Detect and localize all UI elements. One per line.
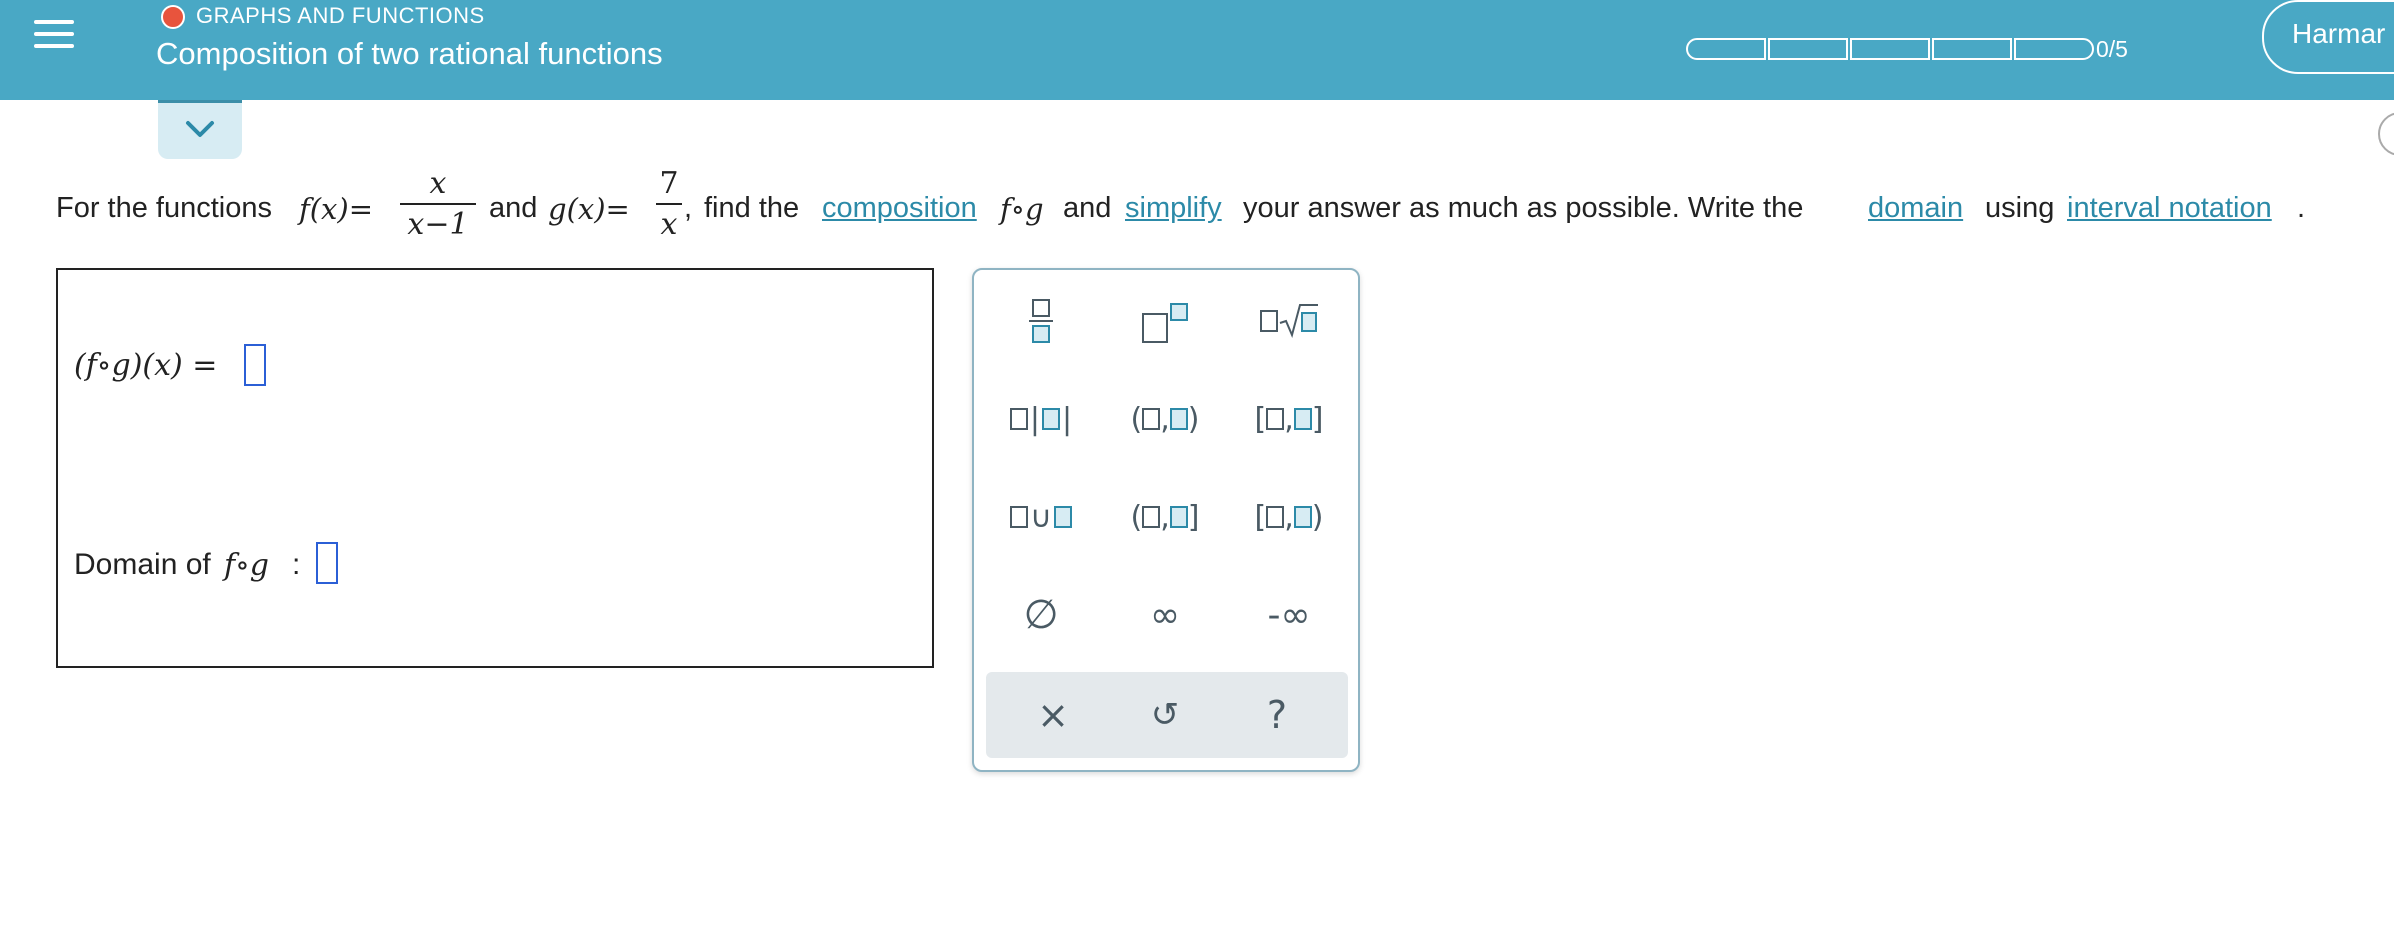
progress-count: 0/5: [2096, 36, 2128, 62]
top-header: GRAPHS AND FUNCTIONS Composition of two …: [0, 0, 2394, 100]
composition-link[interactable]: composition: [822, 192, 977, 225]
instruction-text: your answer as much as possible. Write t…: [1243, 192, 1804, 224]
domain-colon: :: [292, 548, 301, 581]
keypad-actions: × ↺ ?: [986, 672, 1348, 758]
composition-answer-input[interactable]: [244, 344, 266, 386]
negative-infinity-key[interactable]: -∞: [1234, 580, 1344, 650]
domain-link[interactable]: domain: [1868, 192, 1963, 225]
domain-fog: f∘g: [224, 548, 270, 583]
infinity-key[interactable]: ∞: [1110, 580, 1220, 650]
clear-icon[interactable]: ×: [998, 680, 1108, 750]
right-open-interval-key[interactable]: [,): [1234, 482, 1344, 552]
f-denominator: x−1: [407, 207, 469, 242]
and-text: and: [489, 192, 538, 224]
g-fraction: 7 x: [656, 166, 682, 242]
and-text-2: and: [1063, 192, 1112, 224]
simplify-link[interactable]: simplify: [1125, 192, 1222, 225]
left-open-interval-key[interactable]: (,]: [1110, 482, 1220, 552]
answer-box: (f∘g)(x) = Domain of f∘g :: [56, 268, 934, 668]
g-numerator: 7: [659, 166, 679, 201]
absolute-value-key[interactable]: | |: [986, 384, 1096, 454]
side-panel-toggle[interactable]: [2378, 112, 2394, 156]
help-icon[interactable]: ?: [1222, 680, 1332, 750]
progress-segment: [1850, 38, 1930, 60]
radical-icon: [1279, 304, 1318, 339]
nth-root-key[interactable]: [1234, 286, 1344, 356]
user-name[interactable]: Harmar: [2292, 18, 2385, 50]
domain-label: Domain of: [74, 548, 211, 581]
undo-icon[interactable]: ↺: [1110, 680, 1220, 750]
empty-set-key[interactable]: ∅: [986, 580, 1096, 650]
progress-bar: [1686, 38, 2096, 60]
f-fraction: x x−1: [400, 166, 476, 242]
topic-status-icon: [161, 5, 185, 29]
composition-label: (f∘g)(x) =: [74, 348, 218, 383]
open-interval-key[interactable]: (,): [1110, 384, 1220, 454]
progress-segment: [1768, 38, 1848, 60]
collapse-toggle-button[interactable]: [158, 100, 242, 159]
page-title: Composition of two rational functions: [156, 36, 663, 71]
chevron-down-icon: [186, 121, 214, 137]
progress-segment: [1686, 38, 1766, 60]
f-definition-lhs: f(x)=: [299, 192, 374, 226]
union-key[interactable]: ∪: [986, 482, 1096, 552]
g-definition-lhs: g(x)=: [548, 192, 630, 226]
comma: ,: [684, 192, 693, 224]
progress-segment: [2014, 38, 2094, 60]
domain-answer-input[interactable]: [316, 542, 338, 584]
problem-intro: For the functions: [56, 192, 272, 224]
period: .: [2297, 192, 2306, 224]
exponent-key[interactable]: [1110, 286, 1220, 356]
g-denominator: x: [660, 207, 678, 242]
f-numerator: x: [429, 166, 447, 201]
fraction-key[interactable]: [986, 286, 1096, 356]
problem-statement: For the functions f(x)= x x−1 and g(x)= …: [56, 160, 2386, 260]
using-text: using: [1985, 192, 2055, 224]
interval-notation-link[interactable]: interval notation: [2067, 192, 2272, 225]
find-the-text: find the: [704, 192, 800, 224]
menu-icon[interactable]: [32, 14, 76, 54]
closed-interval-key[interactable]: [,]: [1234, 384, 1344, 454]
fog-expression: f∘g: [1000, 192, 1044, 226]
math-keypad: | | (,) [,] ∪ (,] [,) ∅ ∞ -∞ × ↺ ?: [972, 268, 1360, 772]
progress-segment: [1932, 38, 2012, 60]
topic-label: GRAPHS AND FUNCTIONS: [196, 3, 485, 28]
